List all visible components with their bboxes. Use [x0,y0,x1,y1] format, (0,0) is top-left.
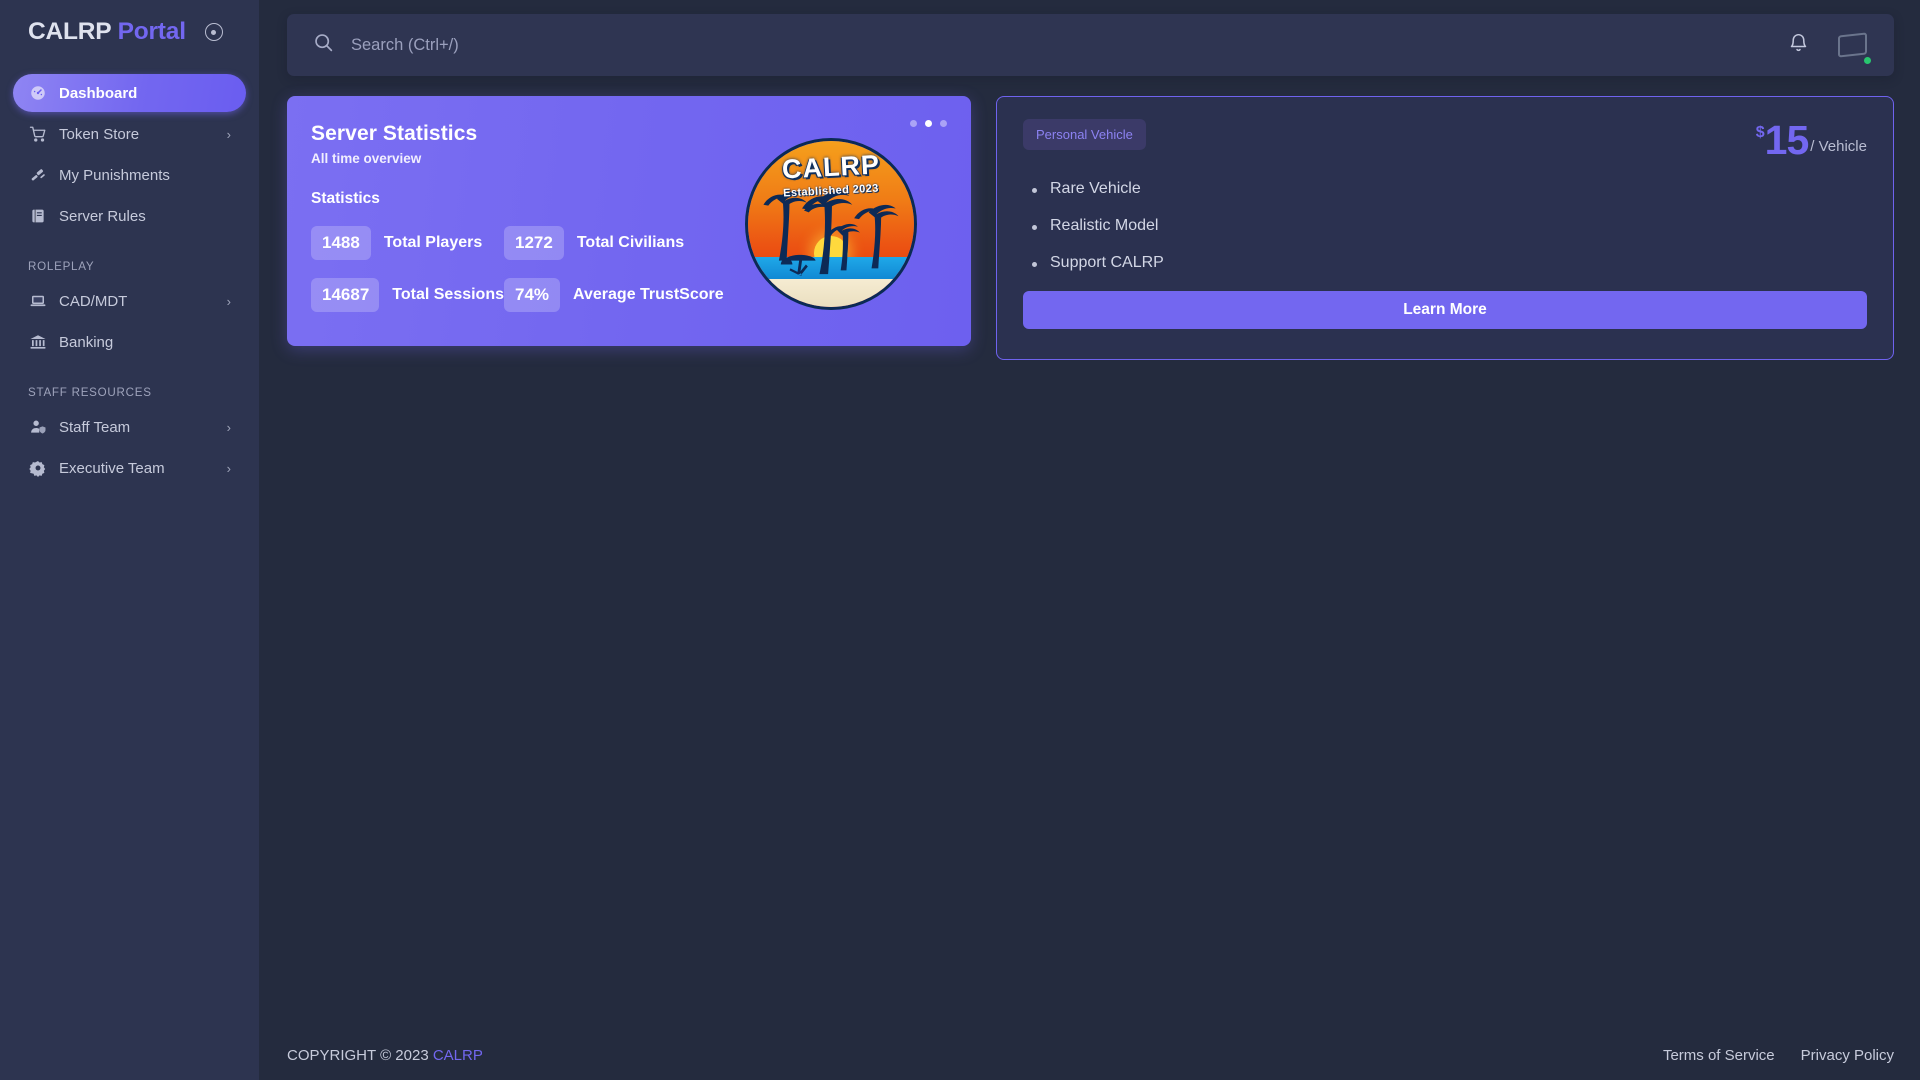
sidebar-item-label: Server Rules [59,207,146,225]
sidebar-item-label: My Punishments [59,166,170,184]
price-amount: 15 [1764,117,1810,163]
offer-price: $ 15 / Vehicle [1755,117,1867,163]
book-icon [28,207,47,226]
sidebar-item-token-store[interactable]: Token Store › [13,115,246,153]
offer-tag: Personal Vehicle [1023,119,1146,150]
sidebar-item-label: Banking [59,333,114,351]
stat-value: 1488 [311,226,371,260]
circle-dot-icon[interactable] [204,23,223,41]
stat-value: 14687 [311,278,380,312]
price-currency: $ [1755,124,1765,141]
stat-average-trustscore: 74% Average TrustScore [504,278,724,312]
chevron-right-icon: › [226,293,231,309]
footer: COPYRIGHT © 2023 CALRP Terms of Service … [287,1047,1894,1064]
sidebar-nav: Dashboard Token Store › My Punishments S… [0,74,259,487]
carousel-dots[interactable] [910,120,947,127]
sidebar-item-label: Token Store [59,125,140,143]
sidebar-item-executive-team[interactable]: Executive Team › [13,449,246,487]
stat-caption: Average TrustScore [573,286,724,303]
sidebar-item-label: Dashboard [59,84,138,102]
chevron-right-icon: › [226,460,231,476]
carousel-dot[interactable] [940,120,947,127]
carousel-dot-active[interactable] [925,120,932,127]
footer-copyright: COPYRIGHT © 2023 CALRP [287,1047,483,1064]
top-header: Search (Ctrl+/) [287,14,1894,76]
search-input[interactable]: Search (Ctrl+/) [351,36,459,55]
search-bar[interactable]: Search (Ctrl+/) [313,32,1788,58]
sidebar-item-label: CAD/MDT [59,292,128,310]
brand-title: CALRP Portal [28,18,186,46]
sidebar-item-staff-team[interactable]: Staff Team › [13,408,246,446]
stat-caption: Total Civilians [576,234,685,251]
search-icon [313,32,334,58]
sidebar-item-banking[interactable]: Banking [13,323,246,361]
price-unit: / Vehicle [1810,137,1867,155]
footer-link-terms-of-service[interactable]: Terms of Service [1663,1047,1775,1064]
brand-title-secondary: Portal [117,18,186,45]
footer-link-privacy-policy[interactable]: Privacy Policy [1801,1047,1894,1064]
stat-caption: Total Players [383,234,483,251]
gear-icon [28,459,47,478]
main-area: Search (Ctrl+/) Server Statistics All ti… [259,0,1920,1080]
laptop-icon [28,292,47,311]
footer-brand-link[interactable]: CALRP [433,1047,483,1064]
logo-text: CALRP Established 2023 [748,149,914,199]
list-item: Support CALRP [1032,254,1867,272]
bank-icon [28,333,47,352]
calrp-logo: CALRP Established 2023 [745,138,917,310]
carousel-dot[interactable] [910,120,917,127]
brand-title-primary: CALRP [28,18,111,45]
cart-icon [28,125,47,144]
stat-value: 1272 [504,226,564,260]
header-actions [1788,26,1873,66]
footer-links: Terms of Service Privacy Policy [1663,1047,1894,1064]
status-badge [1862,54,1873,66]
gavel-icon [28,166,47,185]
sidebar: CALRP Portal Dashboard Token Store › My … [0,0,259,1080]
offer-feature-list: Rare Vehicle Realistic Model Support CAL… [1032,180,1867,272]
sidebar-item-dashboard[interactable]: Dashboard [13,74,246,112]
list-item: Rare Vehicle [1032,180,1867,198]
sidebar-section-staff-resources: STAFF RESOURCES [28,386,152,399]
sidebar-item-my-punishments[interactable]: My Punishments [13,156,246,194]
sidebar-item-label: Staff Team [59,418,131,436]
avatar[interactable] [1833,26,1873,66]
logo-name: CALRP [781,149,881,185]
list-item: Realistic Model [1032,217,1867,235]
stat-total-sessions: 14687 Total Sessions [311,278,504,312]
personal-vehicle-offer-card: Personal Vehicle $ 15 / Vehicle Rare Veh… [996,96,1894,360]
stat-total-players: 1488 Total Players [311,226,504,260]
stat-total-civilians: 1272 Total Civilians [504,226,684,260]
chevron-right-icon: › [226,126,231,142]
gauge-icon [28,84,47,103]
sidebar-brand[interactable]: CALRP Portal [0,0,259,64]
app-root: CALRP Portal Dashboard Token Store › My … [0,0,1920,1080]
content-area: Server Statistics All time overview Stat… [259,76,1920,360]
sidebar-item-label: Executive Team [59,459,165,477]
chevron-right-icon: › [226,419,231,435]
server-statistics-card: Server Statistics All time overview Stat… [287,96,971,346]
stat-caption: Total Sessions [392,286,504,303]
learn-more-button[interactable]: Learn More [1023,291,1867,329]
bell-icon[interactable] [1788,32,1809,59]
sidebar-item-cad-mdt[interactable]: CAD/MDT › [13,282,246,320]
footer-copyright-text: COPYRIGHT © 2023 [287,1047,429,1064]
stat-value: 74% [504,278,561,312]
user-shield-icon [28,418,47,437]
sidebar-item-server-rules[interactable]: Server Rules [13,197,246,235]
sidebar-section-roleplay: ROLEPLAY [28,260,95,273]
